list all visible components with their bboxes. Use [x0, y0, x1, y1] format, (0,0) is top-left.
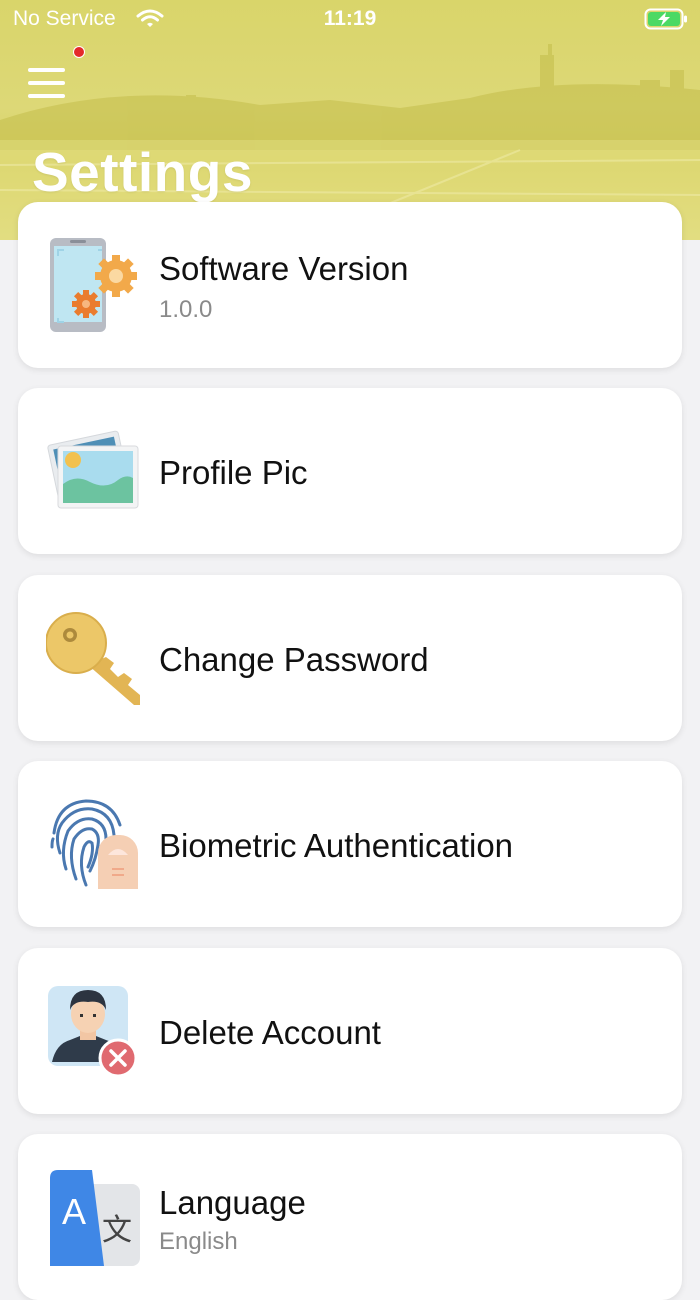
language-value: English	[159, 1228, 238, 1255]
change-password-label: Change Password	[159, 641, 429, 678]
menu-button[interactable]	[26, 65, 68, 101]
software-version-label: Software Version	[159, 250, 409, 287]
svg-text:文: 文	[102, 1213, 132, 1248]
language-card[interactable]: A 文 Language English	[18, 1134, 682, 1300]
status-bar: No Service 11:19	[0, 0, 700, 40]
battery-charging-icon	[644, 8, 687, 30]
biometric-authentication-card[interactable]: Biometric Authentication	[18, 761, 682, 927]
page-title: Settings	[32, 141, 253, 203]
biometric-authentication-label: Biometric Authentication	[159, 827, 514, 864]
change-password-card[interactable]: Change Password	[18, 575, 682, 741]
status-time: 11:19	[323, 7, 377, 30]
phone-gears-icon	[50, 238, 137, 332]
key-icon	[46, 612, 140, 705]
photo-gallery-icon	[47, 430, 139, 509]
notification-dot	[73, 46, 85, 58]
language-label: Language	[159, 1184, 306, 1221]
delete-account-label: Delete Account	[159, 1014, 381, 1051]
translate-icon: A 文	[50, 1170, 140, 1266]
hamburger-menu-icon-bar	[28, 81, 65, 85]
profile-pic-label: Profile Pic	[159, 454, 308, 491]
fingerprint-icon	[50, 799, 138, 889]
svg-text:A: A	[62, 1191, 86, 1232]
hamburger-menu-icon-bar	[28, 94, 65, 98]
profile-pic-card[interactable]: Profile Pic	[18, 388, 682, 554]
delete-account-card[interactable]: Delete Account	[18, 948, 682, 1114]
delete-user-icon	[48, 986, 138, 1078]
hamburger-menu-icon-bar	[28, 68, 65, 72]
software-version-value: 1.0.0	[159, 296, 213, 323]
software-version-card[interactable]: Software Version 1.0.0	[18, 202, 682, 368]
